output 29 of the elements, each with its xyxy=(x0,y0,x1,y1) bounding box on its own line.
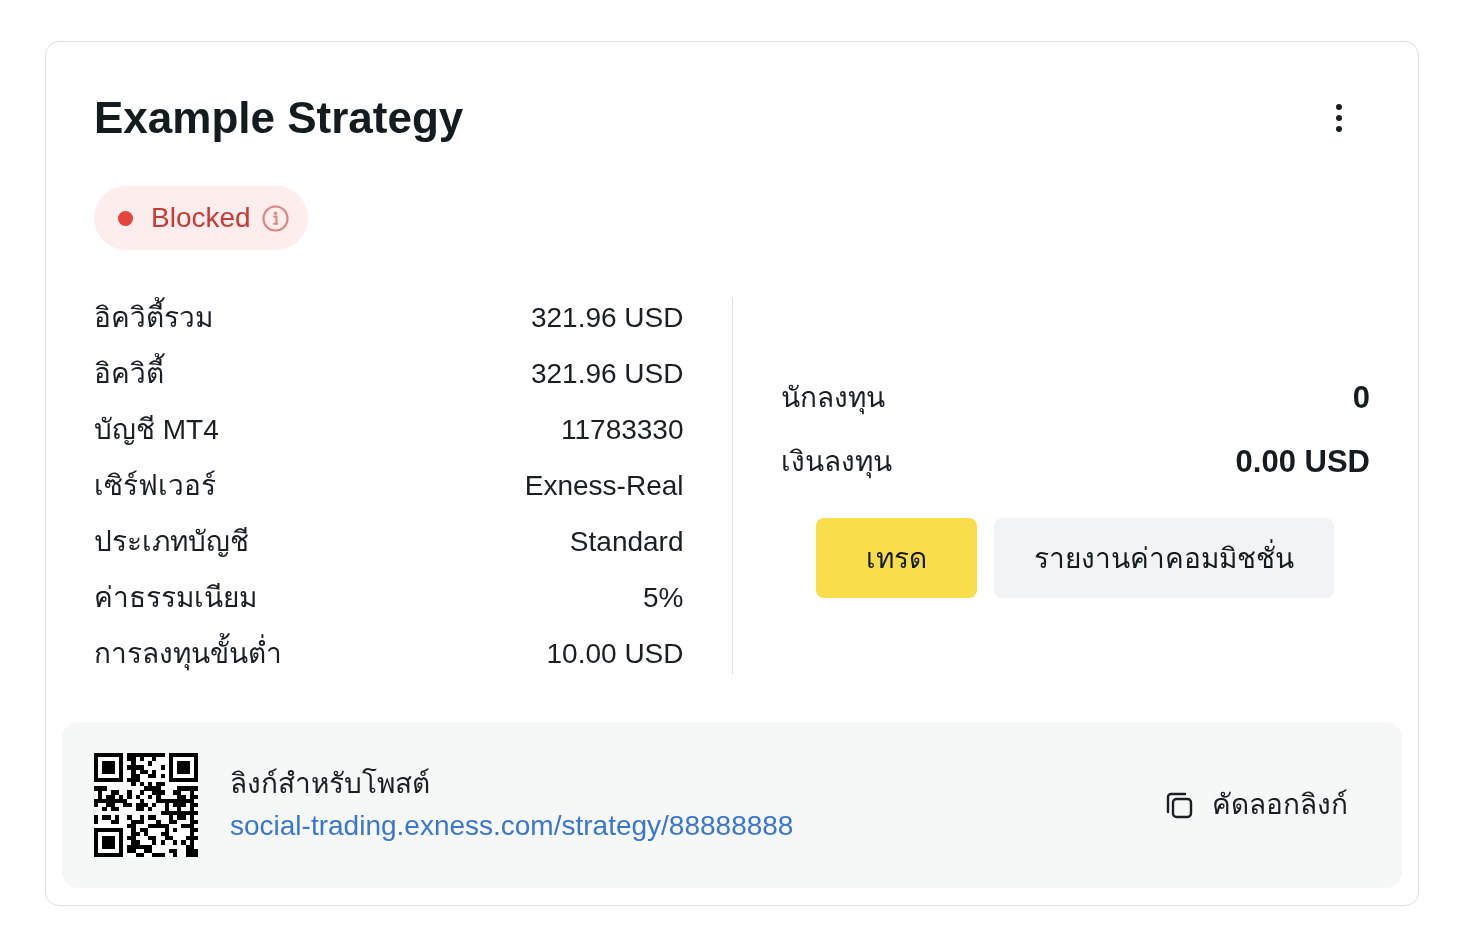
detail-label: บัญชี MT4 xyxy=(94,413,219,447)
qr-code-icon xyxy=(94,753,198,857)
summary-label: เงินลงทุน xyxy=(780,445,892,481)
detail-label: อิควิตี้ xyxy=(94,354,164,394)
detail-label: ประเภทบัญชี xyxy=(94,525,249,559)
detail-label: เซิร์ฟเวอร์ xyxy=(94,469,216,503)
detail-value: Standard xyxy=(569,525,684,559)
detail-value: 5% xyxy=(643,581,684,615)
detail-value: 321.96 USD xyxy=(530,357,684,391)
share-link-title: ลิงก์สำหรับโพสต์ xyxy=(230,767,430,801)
more-options-icon xyxy=(1336,104,1342,132)
strategy-link[interactable]: social-trading.exness.com/strategy/88888888 xyxy=(230,805,794,847)
summary-value: 0 xyxy=(1352,379,1370,417)
detail-label: ค่าธรรมเนียม xyxy=(94,581,257,615)
trade-button[interactable]: เทรด xyxy=(816,518,978,598)
strategy-title: Example Strategy xyxy=(94,92,464,144)
summary-value: 0.00 USD xyxy=(1235,443,1370,481)
summary-label: นักลงทุน xyxy=(780,381,885,417)
detail-value: 10.00 USD xyxy=(546,637,684,671)
detail-value: Exness-Real xyxy=(524,469,684,503)
copy-icon xyxy=(1165,791,1193,819)
detail-label: อิควิตี้รวม xyxy=(94,298,213,338)
commission-report-button[interactable]: รายงานค่าคอมมิชชั่น xyxy=(994,518,1335,598)
detail-label: การลงทุนขั้นต่ำ xyxy=(94,634,282,674)
status-label: Blocked xyxy=(151,201,251,235)
status-dot-icon xyxy=(118,210,133,226)
copy-link-button[interactable]: คัดลอกลิงก์ xyxy=(1165,785,1348,825)
detail-value: 11783330 xyxy=(561,413,684,447)
detail-value: 321.96 USD xyxy=(530,301,684,335)
